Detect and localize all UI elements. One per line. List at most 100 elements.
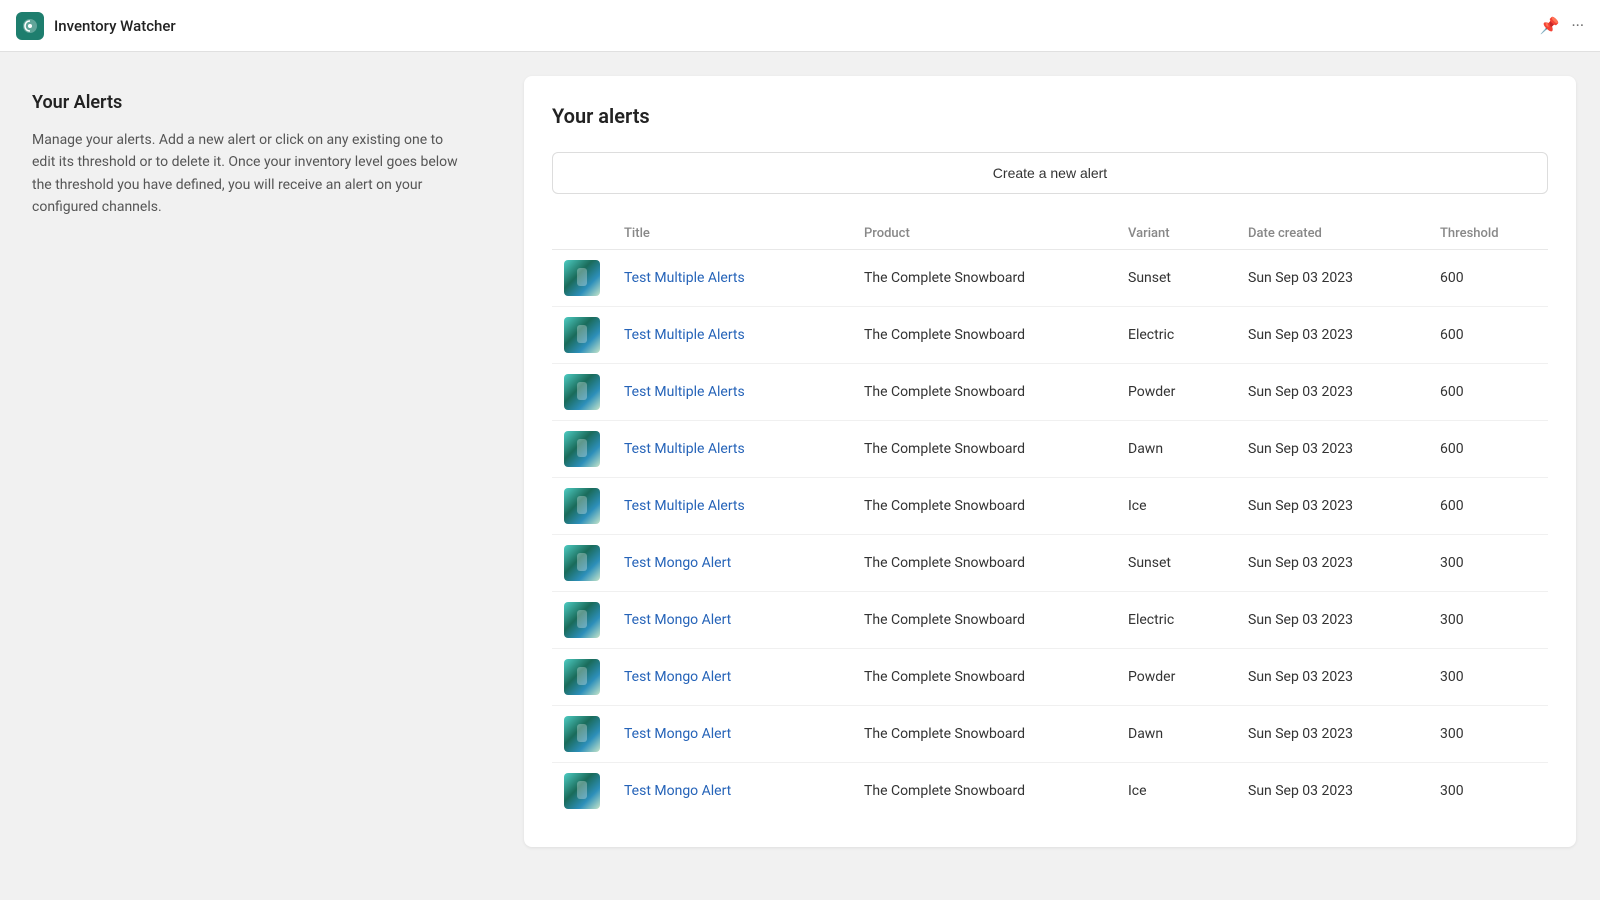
product-thumbnail-cell (552, 706, 612, 763)
date-created-cell: Sun Sep 03 2023 (1236, 706, 1428, 763)
threshold-cell: 300 (1428, 649, 1548, 706)
product-name-cell: The Complete Snowboard (852, 592, 1116, 649)
sidebar-description: Manage your alerts. Add a new alert or c… (32, 129, 468, 219)
date-created-cell: Sun Sep 03 2023 (1236, 307, 1428, 364)
product-name-cell: The Complete Snowboard (852, 307, 1116, 364)
sidebar-heading: Your Alerts (32, 92, 468, 113)
alert-title-link[interactable]: Test Mongo Alert (624, 783, 731, 799)
alert-title-link[interactable]: Test Mongo Alert (624, 669, 731, 685)
table-row: Test Multiple Alerts The Complete Snowboa… (552, 307, 1548, 364)
alert-title-cell: Test Multiple Alerts (612, 421, 852, 478)
main-layout: Your Alerts Manage your alerts. Add a ne… (0, 52, 1600, 900)
alert-title-cell: Test Mongo Alert (612, 763, 852, 820)
product-thumbnail-cell (552, 478, 612, 535)
variant-cell: Electric (1116, 592, 1236, 649)
table-row: Test Mongo AlertThe Complete SnowboardSu… (552, 535, 1548, 592)
variant-cell: Powder (1116, 364, 1236, 421)
variant-cell: Sunset (1116, 250, 1236, 307)
table-row: Test Multiple Alerts The Complete Snowboa… (552, 478, 1548, 535)
threshold-cell: 300 (1428, 592, 1548, 649)
product-thumbnail-cell (552, 535, 612, 592)
alert-title-cell: Test Mongo Alert (612, 592, 852, 649)
product-thumbnail (564, 431, 600, 467)
col-header-threshold: Threshold (1428, 218, 1548, 250)
date-created-cell: Sun Sep 03 2023 (1236, 421, 1428, 478)
alert-title-cell: Test Mongo Alert (612, 706, 852, 763)
app-icon (16, 12, 44, 40)
product-thumbnail-cell (552, 250, 612, 307)
card-title: Your alerts (552, 104, 1548, 128)
threshold-cell: 300 (1428, 535, 1548, 592)
alert-title-link[interactable]: Test Mongo Alert (624, 612, 731, 628)
date-created-cell: Sun Sep 03 2023 (1236, 364, 1428, 421)
threshold-cell: 600 (1428, 250, 1548, 307)
threshold-cell: 600 (1428, 307, 1548, 364)
product-thumbnail (564, 602, 600, 638)
alert-title-link[interactable]: Test Multiple Alerts (624, 327, 745, 343)
create-alert-button[interactable]: Create a new alert (552, 152, 1548, 194)
date-created-cell: Sun Sep 03 2023 (1236, 649, 1428, 706)
product-name-cell: The Complete Snowboard (852, 250, 1116, 307)
top-bar: Inventory Watcher 📌 ··· (0, 0, 1600, 52)
product-thumbnail (564, 716, 600, 752)
table-row: Test Mongo Alert The Complete SnowboardIc… (552, 763, 1548, 820)
alert-title-link[interactable]: Test Mongo Alert (624, 726, 731, 742)
product-name-cell: The Complete Snowboard (852, 478, 1116, 535)
table-row: Test Mongo Alert The Complete SnowboardEl… (552, 592, 1548, 649)
product-thumbnail (564, 773, 600, 809)
product-thumbnail (564, 545, 600, 581)
alert-title-link[interactable]: Test Multiple Alerts (624, 384, 745, 400)
alert-title-link[interactable]: Test Mongo Alert (624, 555, 731, 571)
threshold-cell: 300 (1428, 763, 1548, 820)
col-header-variant: Variant (1116, 218, 1236, 250)
alert-title-link[interactable]: Test Multiple Alerts (624, 498, 745, 514)
more-menu-button[interactable]: ··· (1571, 16, 1584, 35)
date-created-cell: Sun Sep 03 2023 (1236, 763, 1428, 820)
alerts-card: Your alerts Create a new alert Title Pro… (524, 76, 1576, 847)
alert-title-cell: Test Mongo Alert (612, 649, 852, 706)
product-name-cell: The Complete Snowboard (852, 649, 1116, 706)
threshold-cell: 300 (1428, 706, 1548, 763)
alert-title-link[interactable]: Test Multiple Alerts (624, 441, 745, 457)
col-header-date: Date created (1236, 218, 1428, 250)
date-created-cell: Sun Sep 03 2023 (1236, 592, 1428, 649)
threshold-cell: 600 (1428, 478, 1548, 535)
variant-cell: Sunset (1116, 535, 1236, 592)
product-name-cell: The Complete Snowboard (852, 763, 1116, 820)
table-row: Test Multiple Alerts The Complete Snowboa… (552, 364, 1548, 421)
product-name-cell: The Complete Snowboard (852, 421, 1116, 478)
variant-cell: Ice (1116, 478, 1236, 535)
product-thumbnail-cell (552, 364, 612, 421)
table-row: Test Multiple Alerts The Complete Snowboa… (552, 421, 1548, 478)
date-created-cell: Sun Sep 03 2023 (1236, 535, 1428, 592)
date-created-cell: Sun Sep 03 2023 (1236, 478, 1428, 535)
top-bar-actions: 📌 ··· (1540, 16, 1584, 35)
col-header-product: Product (852, 218, 1116, 250)
product-name-cell: The Complete Snowboard (852, 364, 1116, 421)
content-area: Your alerts Create a new alert Title Pro… (500, 52, 1600, 900)
alert-title-cell: Test Mongo Alert (612, 535, 852, 592)
product-name-cell: The Complete Snowboard (852, 535, 1116, 592)
variant-cell: Ice (1116, 763, 1236, 820)
product-thumbnail (564, 374, 600, 410)
threshold-cell: 600 (1428, 364, 1548, 421)
pin-icon[interactable]: 📌 (1540, 16, 1560, 35)
product-thumbnail-cell (552, 421, 612, 478)
table-row: Test Multiple Alerts The Complete Snowboa… (552, 250, 1548, 307)
app-branding: Inventory Watcher (16, 12, 176, 40)
variant-cell: Powder (1116, 649, 1236, 706)
alert-title-cell: Test Multiple Alerts (612, 250, 852, 307)
product-thumbnail-cell (552, 649, 612, 706)
col-header-title: Title (612, 218, 852, 250)
threshold-cell: 600 (1428, 421, 1548, 478)
alert-title-link[interactable]: Test Multiple Alerts (624, 270, 745, 286)
product-thumbnail (564, 488, 600, 524)
date-created-cell: Sun Sep 03 2023 (1236, 250, 1428, 307)
table-row: Test Mongo AlertThe Complete SnowboardDa… (552, 706, 1548, 763)
app-title: Inventory Watcher (54, 17, 176, 35)
product-thumbnail-cell (552, 307, 612, 364)
product-name-cell: The Complete Snowboard (852, 706, 1116, 763)
alert-title-cell: Test Multiple Alerts (612, 364, 852, 421)
product-thumbnail-cell (552, 592, 612, 649)
alerts-table: Title Product Variant Date created Thres… (552, 218, 1548, 819)
